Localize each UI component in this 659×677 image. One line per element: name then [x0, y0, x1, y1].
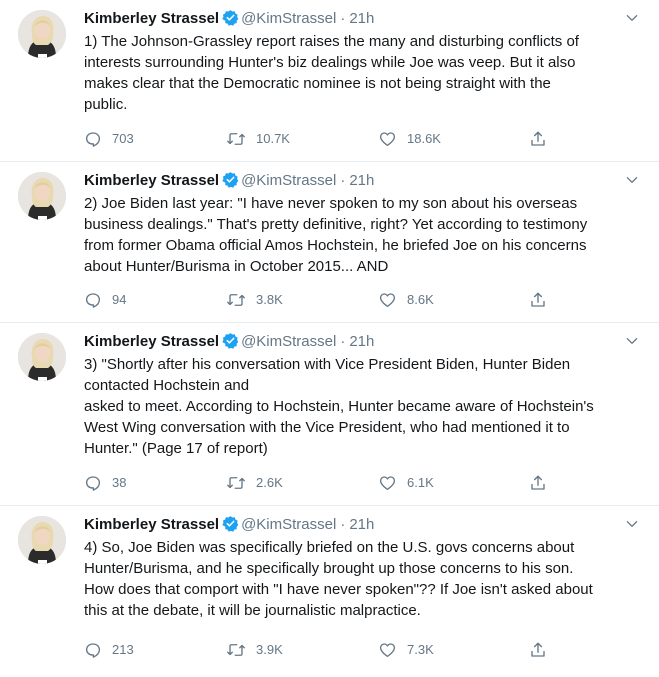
like-button[interactable]: 18.6K [378, 129, 441, 149]
share-icon [531, 292, 545, 307]
timestamp[interactable]: 21h [349, 10, 374, 27]
retweet-count: 2.6K [256, 475, 283, 490]
separator-dot: · [340, 172, 346, 189]
like-count: 6.1K [407, 475, 434, 490]
tweet-text: 1) The Johnson-Grassley report raises th… [84, 33, 579, 113]
reply-count: 213 [112, 642, 134, 657]
tweet-header: Kimberley Strassel @KimStrassel · 21h [84, 171, 374, 191]
verified-badge-icon [222, 516, 239, 532]
reply-count: 703 [112, 131, 134, 146]
like-icon [379, 293, 396, 308]
avatar[interactable] [18, 333, 66, 381]
handle[interactable]: @KimStrassel [241, 516, 336, 533]
tweet-text: 3) "Shortly after his conversation with … [84, 356, 594, 457]
reply-button[interactable]: 703 [84, 129, 134, 149]
reply-button[interactable]: 213 [84, 640, 134, 660]
profile-photo-icon [18, 10, 66, 58]
retweet-count: 10.7K [256, 131, 290, 146]
share-icon [531, 475, 545, 490]
handle[interactable]: @KimStrassel [241, 172, 336, 189]
like-button[interactable]: 8.6K [378, 290, 434, 310]
chevron-down-icon[interactable] [625, 517, 639, 531]
share-button[interactable] [529, 473, 547, 493]
handle[interactable]: @KimStrassel [241, 333, 336, 350]
separator-dot: · [340, 516, 346, 533]
retweet-button[interactable]: 10.7K [226, 129, 290, 149]
tweet-actions: 94 3.8K 8.6K [84, 290, 554, 310]
display-name[interactable]: Kimberley Strassel [84, 172, 219, 189]
display-name[interactable]: Kimberley Strassel [84, 10, 219, 27]
retweet-icon [227, 644, 245, 656]
reply-icon [85, 132, 101, 147]
tweet-actions: 703 10.7K 18.6K [84, 129, 554, 149]
retweet-button[interactable]: 3.8K [226, 290, 283, 310]
retweet-count: 3.9K [256, 642, 283, 657]
tweet-header: Kimberley Strassel @KimStrassel · 21h [84, 515, 374, 535]
like-count: 18.6K [407, 131, 441, 146]
tweet[interactable]: Kimberley Strassel @KimStrassel · 21h 1) Th… [0, 0, 659, 162]
profile-photo-icon [18, 333, 66, 381]
reply-count: 38 [112, 475, 127, 490]
like-count: 8.6K [407, 292, 434, 307]
chevron-down-icon[interactable] [625, 334, 639, 348]
retweet-count: 3.8K [256, 292, 283, 307]
verified-badge-icon [222, 333, 239, 349]
profile-photo-icon [18, 516, 66, 564]
profile-photo-icon [18, 172, 66, 220]
tweet[interactable]: Kimberley Strassel @KimStrassel · 21h 3) "S… [0, 323, 659, 506]
timestamp[interactable]: 21h [349, 172, 374, 189]
tweet-thread: Kimberley Strassel @KimStrassel · 21h 1) Th… [0, 0, 659, 677]
retweet-icon [227, 294, 245, 306]
separator-dot: · [340, 333, 346, 350]
tweet[interactable]: Kimberley Strassel @KimStrassel · 21h 2) Jo… [0, 162, 659, 323]
verified-badge-icon [222, 172, 239, 188]
reply-button[interactable]: 38 [84, 473, 126, 493]
separator-dot: · [340, 10, 346, 27]
timestamp[interactable]: 21h [349, 516, 374, 533]
display-name[interactable]: Kimberley Strassel [84, 516, 219, 533]
avatar[interactable] [18, 516, 66, 564]
tweet-text: 2) Joe Biden last year: "I have never sp… [84, 195, 588, 275]
tweet[interactable]: Kimberley Strassel @KimStrassel · 21h 4) So… [0, 506, 659, 677]
tweet-header: Kimberley Strassel @KimStrassel · 21h [84, 332, 374, 352]
share-button[interactable] [529, 640, 547, 660]
retweet-button[interactable]: 3.9K [226, 640, 283, 660]
like-icon [379, 132, 396, 147]
tweet-actions: 38 2.6K 6.1K [84, 473, 554, 493]
retweet-button[interactable]: 2.6K [226, 473, 283, 493]
tweet-actions: 213 3.9K 7.3K [84, 640, 554, 660]
avatar[interactable] [18, 10, 66, 58]
share-button[interactable] [529, 290, 547, 310]
like-icon [379, 643, 396, 658]
like-count: 7.3K [407, 642, 434, 657]
share-button[interactable] [529, 129, 547, 149]
display-name[interactable]: Kimberley Strassel [84, 333, 219, 350]
timestamp[interactable]: 21h [349, 333, 374, 350]
reply-icon [85, 643, 101, 658]
tweet-header: Kimberley Strassel @KimStrassel · 21h [84, 9, 374, 29]
reply-button[interactable]: 94 [84, 290, 126, 310]
retweet-icon [227, 477, 245, 489]
like-button[interactable]: 6.1K [378, 473, 434, 493]
verified-badge-icon [222, 10, 239, 26]
chevron-down-icon[interactable] [625, 173, 639, 187]
share-icon [531, 131, 545, 146]
handle[interactable]: @KimStrassel [241, 10, 336, 27]
reply-icon [85, 476, 101, 491]
avatar[interactable] [18, 172, 66, 220]
share-icon [531, 642, 545, 657]
reply-count: 94 [112, 292, 127, 307]
retweet-icon [227, 133, 245, 145]
reply-icon [85, 293, 101, 308]
tweet-text: 4) So, Joe Biden was specifically briefe… [84, 539, 593, 619]
like-icon [379, 476, 396, 491]
like-button[interactable]: 7.3K [378, 640, 434, 660]
chevron-down-icon[interactable] [625, 11, 639, 25]
